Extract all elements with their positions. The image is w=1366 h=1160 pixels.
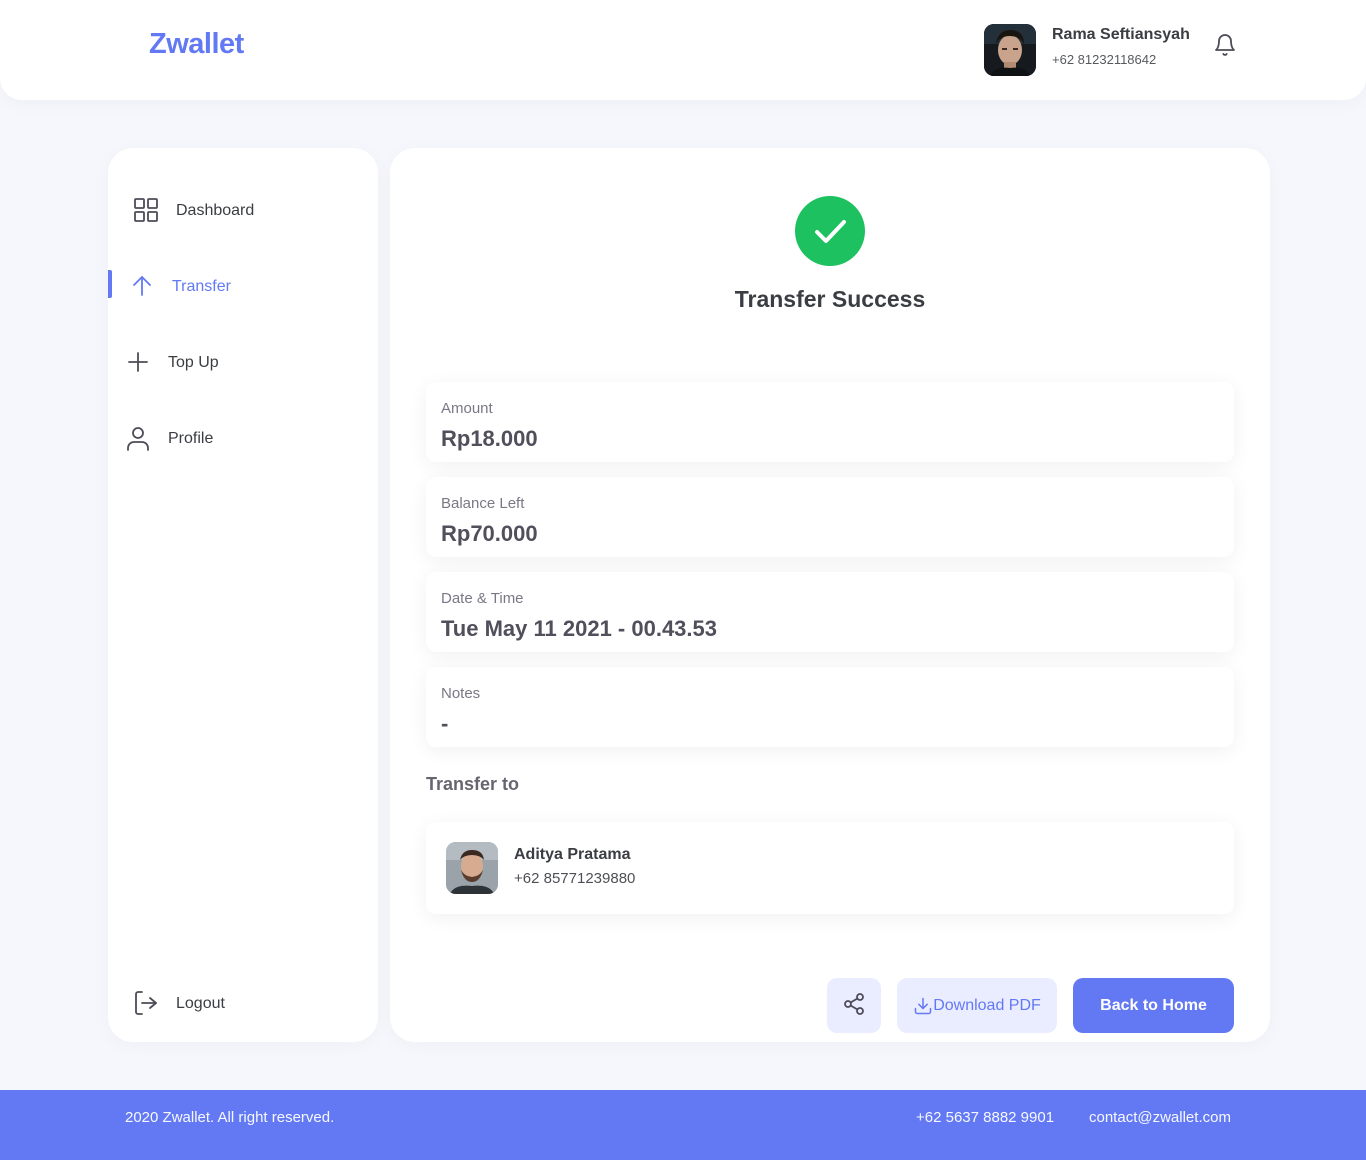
transfer-result-panel: Transfer Success Amount Rp18.000 Balance… [390, 148, 1270, 1042]
footer-email[interactable]: contact@zwallet.com [1089, 1109, 1231, 1126]
detail-label: Balance Left [441, 495, 525, 512]
arrow-up-icon [128, 272, 156, 300]
detail-label: Notes [441, 685, 481, 702]
user-icon [124, 424, 152, 452]
sidebar-item-label: Profile [168, 430, 214, 447]
bell-icon[interactable] [1212, 31, 1238, 59]
transfer-to-heading: Transfer to [426, 774, 520, 794]
sidebar-item-transfer[interactable]: Transfer [108, 270, 378, 302]
detail-value: Tue May 11 2021 - 00.43.53 [441, 616, 717, 641]
recipient-card: Aditya Pratama +62 85771239880 [426, 822, 1234, 914]
download-pdf-button[interactable]: Download PDF [897, 978, 1057, 1033]
user-name: Rama Seftiansyah [1052, 26, 1190, 43]
sidebar-item-label: Transfer [172, 278, 231, 295]
detail-value: Rp18.000 [441, 426, 538, 451]
grid-icon [132, 196, 160, 224]
recipient-name: Aditya Pratama [514, 846, 631, 863]
brand-logo[interactable]: Zwallet [149, 28, 244, 61]
sidebar-item-label: Top Up [168, 354, 219, 371]
detail-value: - [441, 711, 449, 736]
recipient-phone: +62 85771239880 [514, 870, 636, 887]
detail-label: Amount [441, 400, 493, 417]
logout-label: Logout [176, 995, 225, 1012]
detail-card-notes: Notes - [426, 667, 1234, 747]
sidebar-item-topup[interactable]: Top Up [108, 348, 378, 378]
recipient-avatar [446, 842, 498, 894]
detail-card-amount: Amount Rp18.000 [426, 382, 1234, 462]
user-avatar[interactable] [984, 24, 1036, 76]
status-title: Transfer Success [734, 286, 926, 312]
footer-copyright: 2020 Zwallet. All right reserved. [125, 1109, 335, 1126]
sidebar: Dashboard Transfer Top Up Profile Logout [108, 148, 378, 1042]
share-button[interactable] [827, 978, 881, 1033]
plus-icon [124, 348, 152, 376]
top-header: Zwallet Rama Seftiansyah +62 81232118642 [0, 0, 1366, 100]
detail-value: Rp70.000 [441, 521, 538, 546]
user-phone: +62 81232118642 [1052, 52, 1157, 67]
active-indicator [108, 270, 112, 298]
detail-label: Date & Time [441, 590, 524, 607]
detail-card-datetime: Date & Time Tue May 11 2021 - 00.43.53 [426, 572, 1234, 652]
success-check-icon [795, 196, 865, 266]
download-icon [913, 996, 933, 1016]
sidebar-item-label: Dashboard [176, 202, 255, 219]
logout-icon [132, 989, 160, 1017]
download-pdf-label: Download PDF [933, 996, 1041, 1014]
share-icon [842, 993, 866, 1019]
footer-phone: +62 5637 8882 9901 [916, 1109, 1055, 1126]
sidebar-item-dashboard[interactable]: Dashboard [108, 196, 378, 226]
logout-button[interactable]: Logout [108, 989, 378, 1019]
detail-card-balance: Balance Left Rp70.000 [426, 477, 1234, 557]
back-to-home-button[interactable]: Back to Home [1073, 978, 1234, 1033]
footer: 2020 Zwallet. All right reserved. +62 56… [0, 1090, 1366, 1160]
sidebar-item-profile[interactable]: Profile [108, 424, 378, 454]
